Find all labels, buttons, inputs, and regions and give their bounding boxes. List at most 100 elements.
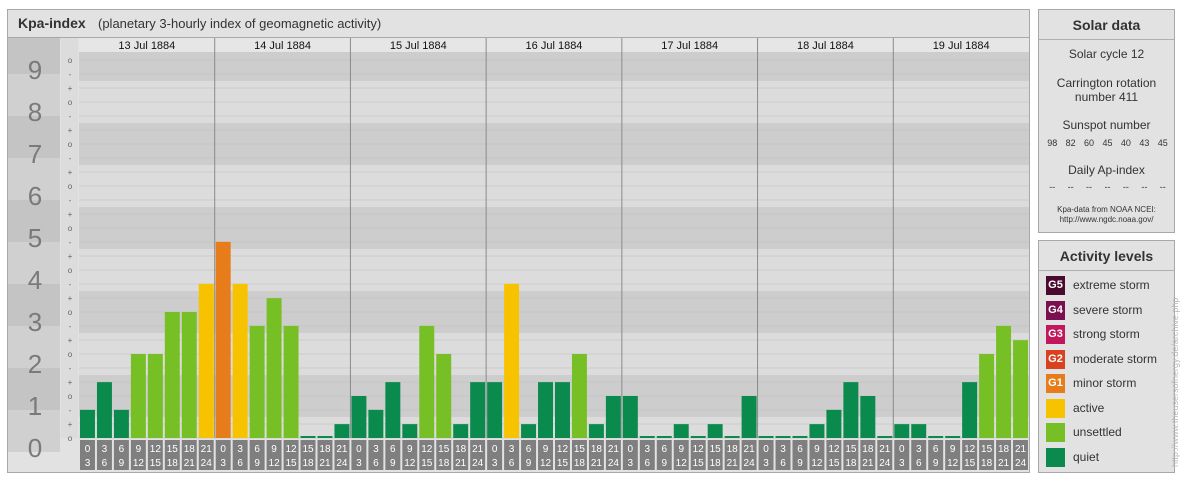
time-slot-end: 18 (438, 458, 450, 469)
kp-bar (979, 354, 995, 438)
sunspot-value: 98 (1047, 138, 1058, 148)
y-tick-label: 3 (28, 307, 42, 337)
time-slot-end: 24 (336, 458, 348, 469)
kp-bar (436, 354, 452, 438)
time-slot-end: 21 (998, 458, 1010, 469)
kp-bar (96, 382, 112, 438)
time-slot-start: 15 (710, 444, 722, 455)
y-subtick-label: o (68, 224, 73, 233)
y-subtick-label: - (69, 154, 72, 163)
divider (1039, 270, 1174, 271)
kp-bar (724, 436, 740, 438)
kp-bar (843, 382, 859, 438)
y-tick-label: 0 (28, 433, 42, 463)
time-slot-end: 9 (526, 458, 532, 469)
time-slot-end: 24 (1015, 458, 1027, 469)
time-slot-start: 3 (916, 444, 922, 455)
ap-index-value: -- (1086, 182, 1093, 192)
time-slot-end: 21 (727, 458, 739, 469)
activity-level-label: extreme storm (1073, 278, 1150, 292)
ap-index-value: -- (1104, 182, 1111, 192)
kp-bar (860, 396, 876, 438)
time-slot-start: 18 (591, 444, 603, 455)
y-tick-label: 8 (28, 97, 42, 127)
kp-bar (758, 436, 774, 438)
time-slot-start: 3 (780, 444, 786, 455)
time-slot-start: 9 (136, 444, 142, 455)
time-slot-start: 0 (899, 444, 905, 455)
kp-bar (911, 424, 927, 438)
kp-bar (639, 436, 655, 438)
time-slot-end: 12 (133, 458, 145, 469)
y-tick-label: 9 (28, 55, 42, 85)
kp-bar (249, 325, 265, 438)
activity-level-swatch: G4 (1046, 300, 1065, 320)
y-tick-label: 1 (28, 391, 42, 421)
time-slot-start: 12 (828, 444, 840, 455)
time-slot-start: 0 (492, 444, 498, 455)
y-subtick-label: + (68, 210, 73, 219)
time-slot-start: 3 (645, 444, 651, 455)
time-slot-start: 12 (421, 444, 433, 455)
kp-bar (504, 283, 520, 438)
time-slot-end: 9 (390, 458, 396, 469)
day-label: 17 Jul 1884 (661, 40, 718, 52)
time-slot-start: 15 (845, 444, 857, 455)
time-slot-end: 6 (780, 458, 786, 469)
time-slot-end: 3 (763, 458, 769, 469)
time-slot-start: 21 (744, 444, 756, 455)
kp-bar (419, 325, 435, 438)
time-slot-start: 18 (998, 444, 1010, 455)
time-slot-end: 24 (879, 458, 891, 469)
time-slot-end: 9 (797, 458, 803, 469)
time-slot-end: 3 (628, 458, 634, 469)
kp-bar (894, 424, 910, 438)
time-slot-start: 15 (574, 444, 586, 455)
time-slot-start: 6 (254, 444, 260, 455)
activity-level-label: active (1073, 400, 1105, 415)
activity-levels-title: Activity levels (1059, 248, 1154, 264)
kp-bar (266, 298, 282, 438)
time-slot-end: 3 (356, 458, 362, 469)
kp-bar (351, 396, 367, 438)
time-slot-start: 6 (797, 444, 803, 455)
y-subtick-label: o (68, 266, 73, 275)
kp-bar (198, 283, 214, 438)
kp-bar (690, 436, 706, 438)
y-subtick-label: + (68, 378, 73, 387)
kp-bar (300, 436, 316, 438)
activity-levels-panel: Activity levels G5 extreme storm G4 severe … (1038, 240, 1175, 473)
time-slot-end: 18 (981, 458, 993, 469)
y-subtick-label: - (69, 112, 72, 121)
kp-bar (283, 325, 299, 438)
time-slot-end: 12 (676, 458, 688, 469)
kp-bar (80, 409, 95, 438)
sunspot-value: 43 (1139, 138, 1150, 148)
time-slot-start: 9 (950, 444, 956, 455)
time-slot-start: 18 (862, 444, 874, 455)
y-subtick-label: + (68, 336, 73, 345)
time-slot-end: 24 (201, 458, 213, 469)
sunspot-value: 45 (1102, 138, 1113, 148)
time-slot-start: 0 (628, 444, 634, 455)
time-slot-end: 9 (661, 458, 667, 469)
time-slot-start: 21 (472, 444, 484, 455)
kp-bar (453, 424, 469, 438)
kp-bar (470, 382, 486, 438)
kp-bar (928, 436, 944, 438)
y-subtick-label: - (69, 364, 72, 373)
carrington-line-2: number 411 (1074, 90, 1139, 104)
time-slot-start: 21 (608, 444, 620, 455)
carrington-line-1: Carrington rotation (1056, 76, 1157, 90)
kp-bar (673, 424, 689, 438)
activity-level-swatch: G2 (1046, 349, 1065, 369)
y-subtick-label: - (69, 406, 72, 415)
y-subtick-label: o (68, 392, 73, 401)
kp-bar (147, 354, 163, 438)
activity-level-swatch (1046, 447, 1065, 467)
time-slot-start: 15 (438, 444, 450, 455)
kpa-chart: 0123456789o+-o+-o+-o+-o+-o+-o+-o+-o+-o13… (8, 37, 1029, 470)
time-slot-end: 9 (119, 458, 125, 469)
kp-bar (317, 436, 333, 438)
plot-band (79, 52, 1029, 81)
